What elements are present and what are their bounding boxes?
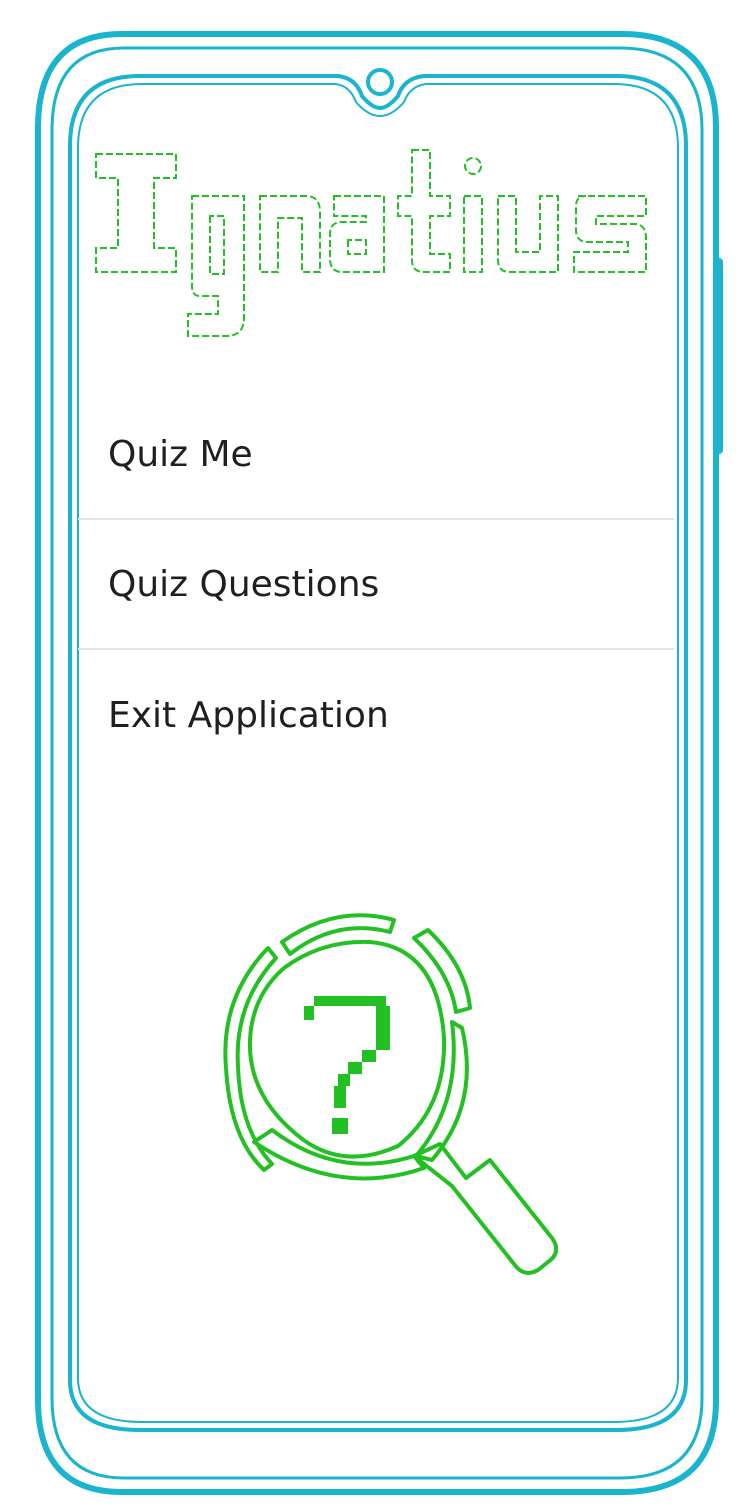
menu-item-exit-application[interactable]: Exit Application [78, 650, 674, 780]
app-logo [95, 149, 647, 337]
menu-item-label: Quiz Questions [108, 563, 380, 605]
main-menu: Quiz Me Quiz Questions Exit Application [78, 390, 674, 780]
menu-item-label: Quiz Me [108, 433, 253, 475]
menu-item-label: Exit Application [108, 694, 389, 736]
menu-item-quiz-questions[interactable]: Quiz Questions [78, 520, 674, 650]
magnifier-question-icon [223, 913, 559, 1275]
app-screen: Quiz Me Quiz Questions Exit Application [78, 108, 674, 1426]
menu-item-quiz-me[interactable]: Quiz Me [78, 390, 674, 520]
